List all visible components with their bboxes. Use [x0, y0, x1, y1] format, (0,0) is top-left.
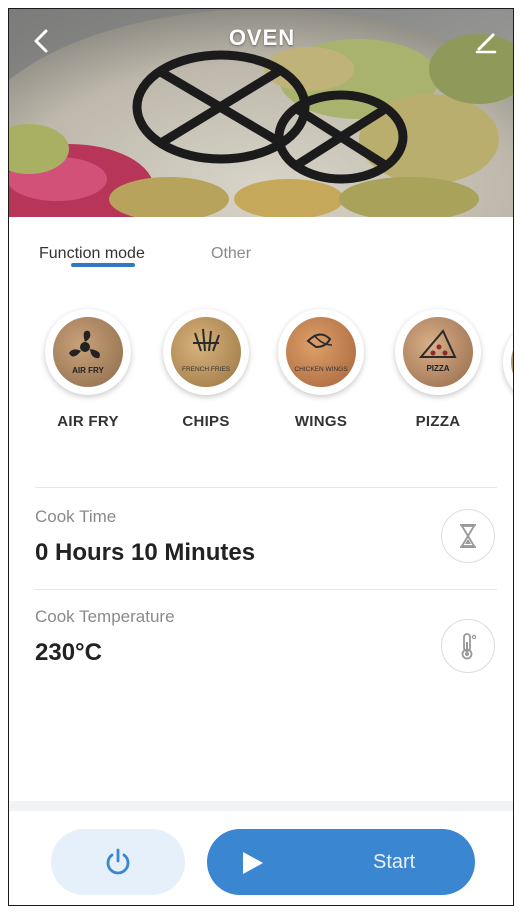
start-button[interactable]: Start — [207, 829, 475, 895]
wing-glyph — [306, 333, 333, 349]
cook-temperature-setting[interactable]: Cook Temperature 230°C — [35, 607, 495, 697]
active-tab-indicator — [71, 263, 135, 267]
function-mode-list: AIR FRY AIR FRY FRENCH FRIES CHIPS CHICK… — [9, 299, 513, 449]
mode-badge-text: PIZZA — [426, 364, 450, 373]
mode-badge-text: CHICKEN WINGS — [294, 366, 348, 373]
pizza-glyph — [418, 329, 457, 358]
divider — [35, 589, 497, 590]
start-label: Start — [373, 851, 416, 873]
thermometer-icon — [461, 633, 477, 660]
chips-icon: FRENCH FRIES — [171, 317, 241, 387]
cook-temperature-button[interactable] — [441, 619, 495, 673]
mode-circle: CHICKEN WINGS — [278, 309, 364, 395]
mode-thumbnail — [511, 327, 513, 397]
page-title: OVEN — [228, 25, 296, 50]
power-icon — [106, 848, 130, 875]
hero-banner: OVEN — [9, 9, 513, 217]
fan-glyph — [69, 330, 100, 359]
mode-air-fry[interactable]: AIR FRY AIR FRY — [40, 309, 136, 430]
cook-temperature-label: Cook Temperature — [35, 607, 175, 626]
hourglass-icon — [460, 524, 476, 548]
mode-next-partial[interactable] — [503, 319, 513, 405]
mode-label: AIR FRY — [57, 413, 119, 430]
mode-circle: PIZZA — [395, 309, 481, 395]
pencil-icon — [475, 33, 497, 54]
mode-label: CHIPS — [182, 413, 230, 430]
tab-other[interactable]: Other — [211, 245, 251, 263]
bottom-separator — [9, 801, 513, 811]
pizza-icon: PIZZA — [403, 317, 473, 387]
edit-button[interactable] — [473, 29, 499, 55]
mode-circle: AIR FRY — [45, 309, 131, 395]
mode-badge-text: FRENCH FRIES — [181, 366, 231, 373]
mode-pizza[interactable]: PIZZA PIZZA — [390, 309, 486, 430]
tab-function-mode[interactable]: Function mode — [39, 245, 145, 263]
mode-label: PIZZA — [415, 413, 461, 430]
cook-time-button[interactable] — [441, 509, 495, 563]
play-icon — [243, 852, 263, 874]
wings-icon: CHICKEN WINGS — [286, 317, 356, 387]
fries-glyph — [193, 328, 220, 352]
mode-chips[interactable]: FRENCH FRIES CHIPS — [158, 309, 254, 430]
mode-badge-text: AIR FRY — [72, 366, 104, 375]
mode-label: WINGS — [294, 413, 348, 430]
power-button[interactable] — [51, 829, 185, 895]
air-fry-icon: AIR FRY — [53, 317, 123, 387]
mode-wings[interactable]: CHICKEN WINGS WINGS — [273, 309, 369, 430]
mode-circle: FRENCH FRIES — [163, 309, 249, 395]
cook-time-label: Cook Time — [35, 507, 117, 526]
cook-temperature-value: 230°C — [35, 639, 102, 666]
cook-time-value: 0 Hours 10 Minutes — [35, 539, 256, 566]
cook-time-setting[interactable]: Cook Time 0 Hours 10 Minutes — [35, 507, 495, 597]
divider — [35, 487, 497, 488]
app-frame: OVEN Function mode Other AIR FRY AIR FRY… — [8, 8, 514, 906]
